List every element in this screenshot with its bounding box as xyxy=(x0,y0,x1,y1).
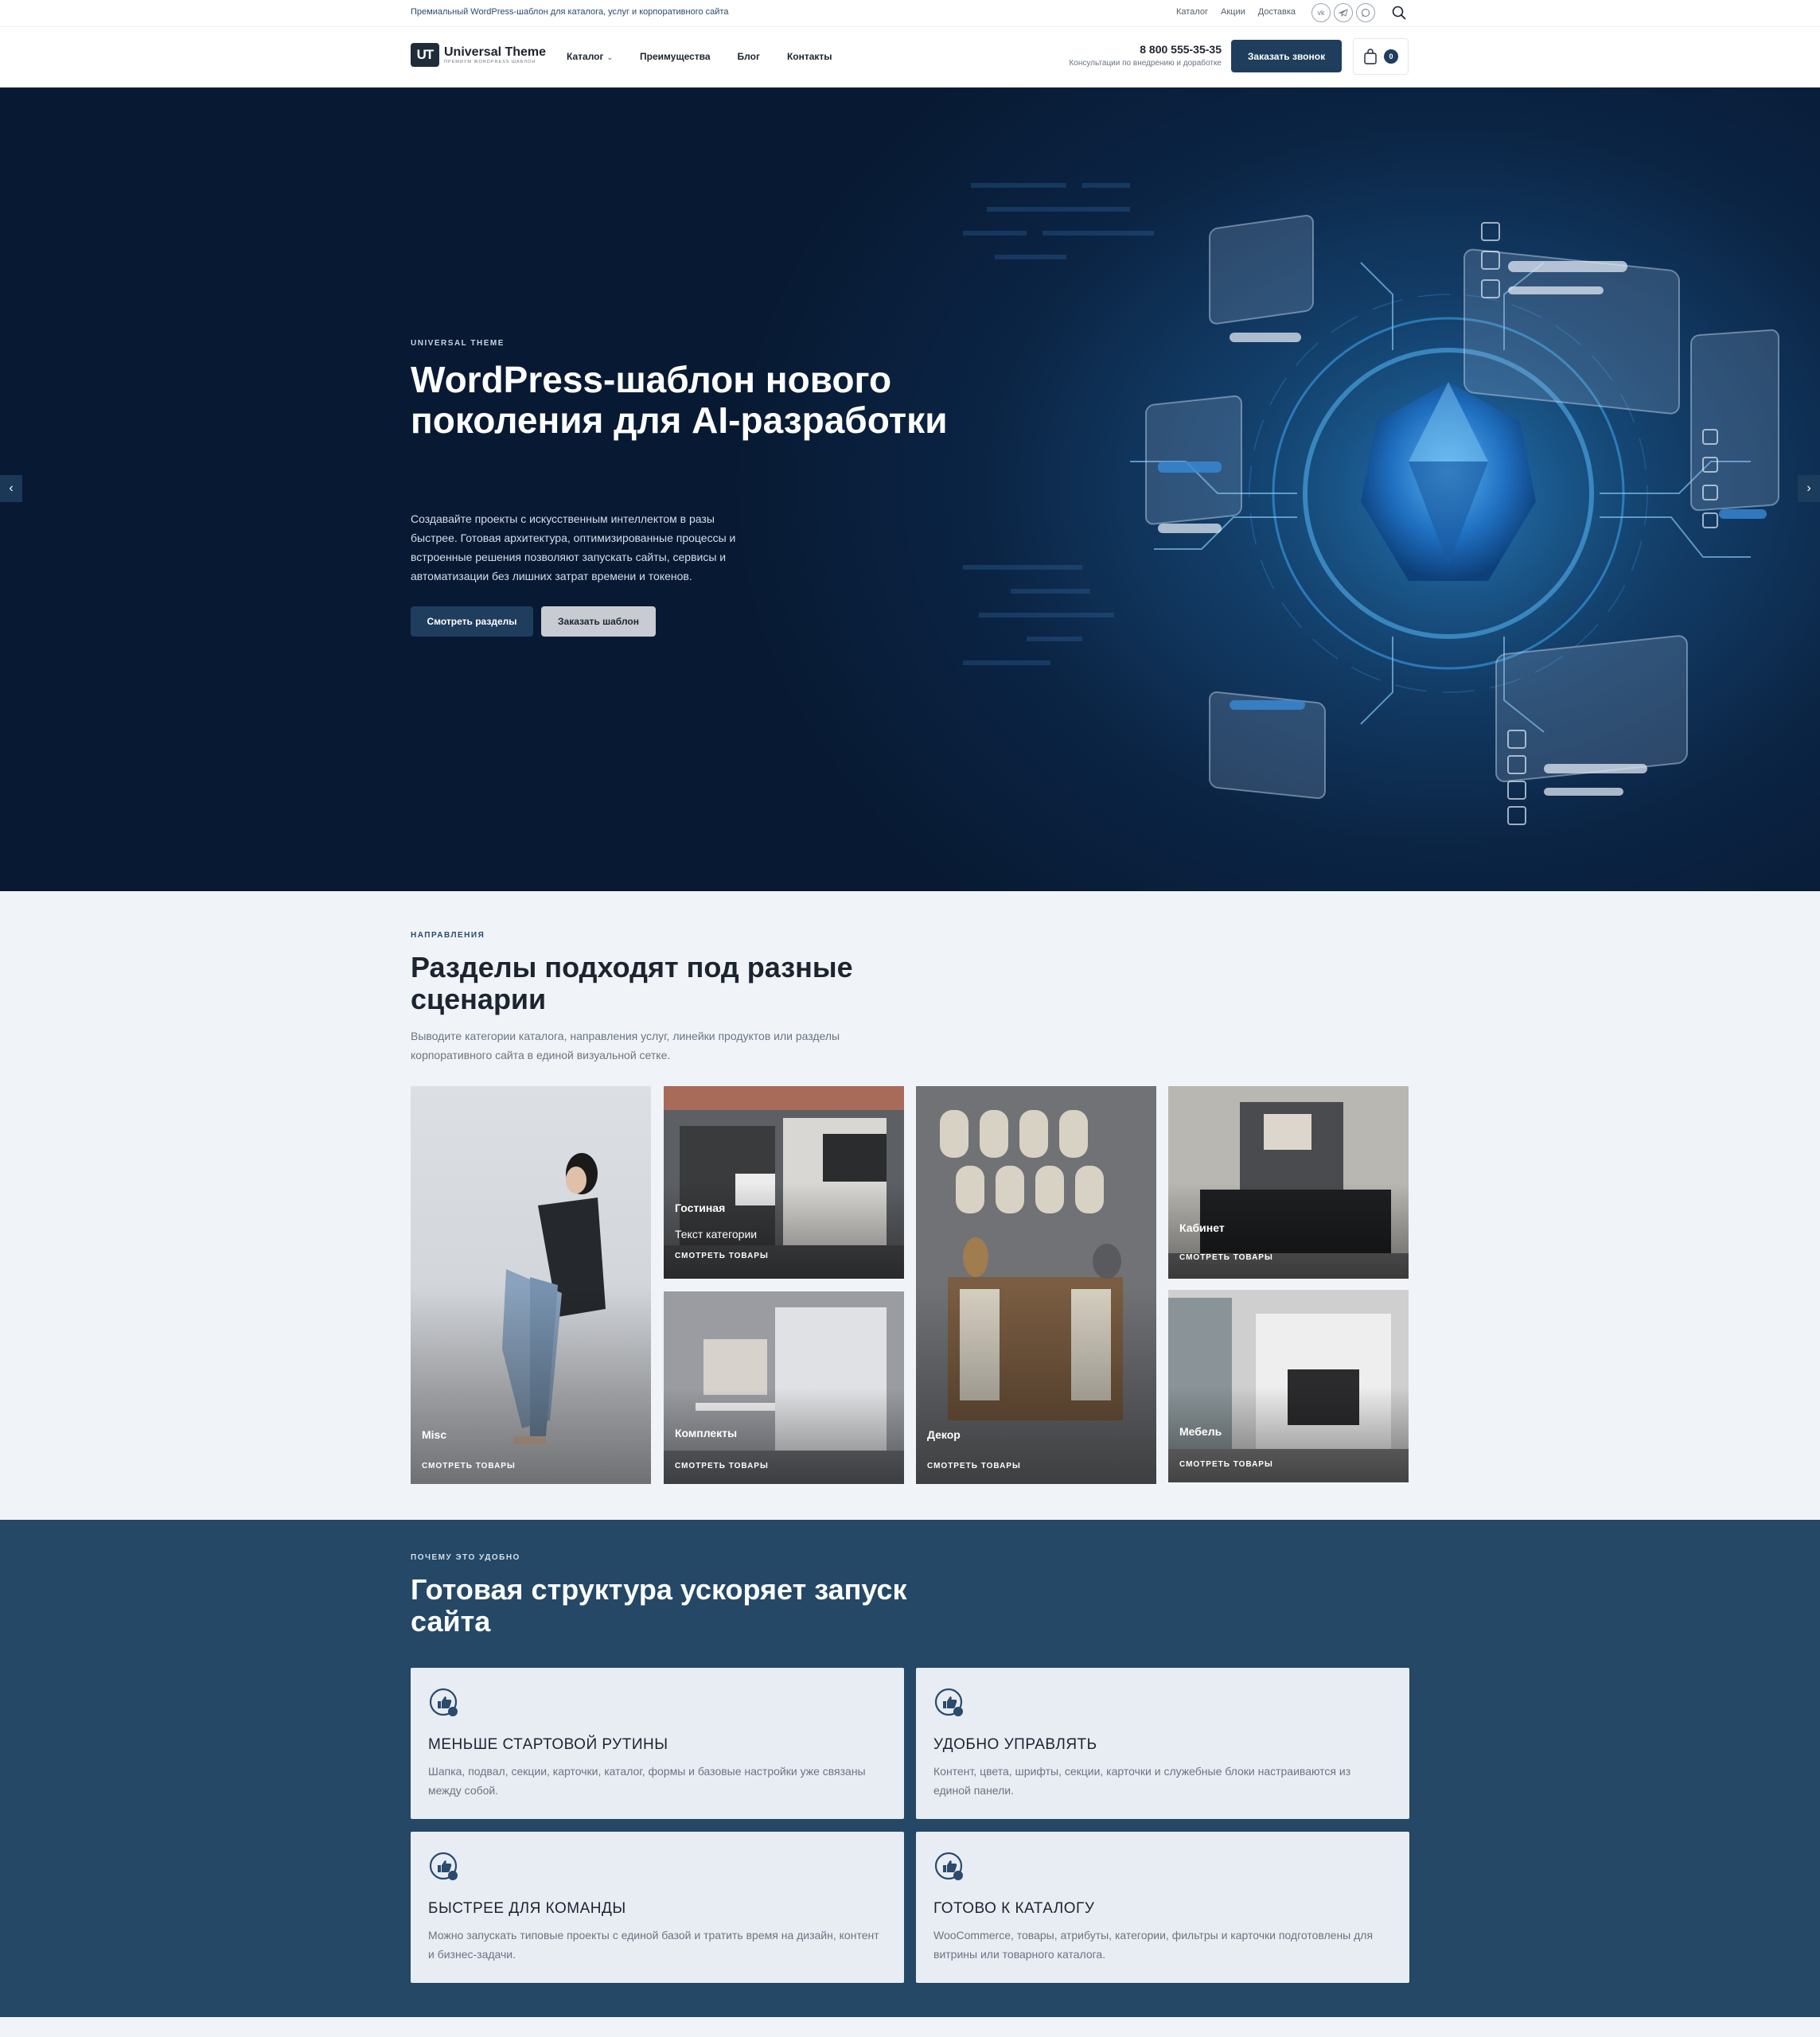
feature-description: WooCommerce, товары, атрибуты, категории… xyxy=(933,1929,1374,1961)
features-eyebrow: ПОЧЕМУ ЭТО УДОБНО xyxy=(411,1553,520,1562)
feature-description: Можно запускать типовые проекты с единой… xyxy=(428,1929,879,1961)
category-title: Гостиная xyxy=(675,1202,726,1214)
logo-mark: UT xyxy=(411,43,439,67)
slider-next-button[interactable]: › xyxy=(1798,475,1820,502)
slider-prev-button[interactable]: ‹ xyxy=(0,475,22,502)
cart-button[interactable]: 0 xyxy=(1353,38,1409,75)
phone-block: 8 800 555-35-35 Консультации по внедрени… xyxy=(1069,43,1222,68)
category-title: Декор xyxy=(927,1428,961,1441)
category-title: Комплекты xyxy=(675,1427,738,1439)
thumbs-up-icon xyxy=(934,1688,963,1716)
category-card-decor[interactable]: Декор СМОТРЕТЬ ТОВАРЫ xyxy=(916,1086,1156,1484)
top-bar: Премиальный WordPress-шаблон для каталог… xyxy=(0,0,1820,27)
thumbs-up-icon xyxy=(429,1852,458,1880)
view-products-link[interactable]: СМОТРЕТЬ ТОВАРЫ xyxy=(1179,1460,1273,1469)
hero-eyebrow: UNIVERSAL THEME xyxy=(411,339,505,348)
section-title: Разделы подходят под разные сценарии xyxy=(411,951,853,1015)
search-icon[interactable] xyxy=(1391,5,1407,21)
site-header: UT Universal Theme Премиум WordPress шаб… xyxy=(0,27,1820,88)
phone-subtitle: Консультации по внедрению и доработке xyxy=(1069,59,1222,68)
nav-item-blog[interactable]: Блог xyxy=(738,51,760,62)
category-card-living-room[interactable]: Гостиная Текст категории СМОТРЕТЬ ТОВАРЫ xyxy=(664,1086,904,1279)
feature-title: БЫСТРЕЕ ДЛЯ КОМАНДЫ xyxy=(428,1900,626,1917)
nav-item-catalog[interactable]: Каталог ⌄ xyxy=(567,51,613,62)
feature-description: Контент, цвета, шрифты, секции, карточки… xyxy=(933,1765,1351,1797)
call-request-button[interactable]: Заказать звонок xyxy=(1231,40,1342,72)
site-logo[interactable]: UT Universal Theme Премиум WordPress шаб… xyxy=(411,43,546,67)
category-card-furniture[interactable]: Мебель СМОТРЕТЬ ТОВАРЫ xyxy=(1168,1290,1409,1482)
telegram-icon[interactable] xyxy=(1334,3,1353,22)
feature-card: БЫСТРЕЕ ДЛЯ КОМАНДЫ Можно запускать типо… xyxy=(411,1832,904,1983)
feature-card: МЕНЬШЕ СТАРТОВОЙ РУТИНЫ Шапка, подвал, с… xyxy=(411,1668,904,1819)
top-tagline: Премиальный WordPress-шаблон для каталог… xyxy=(411,7,729,17)
top-link-catalog[interactable]: Каталог xyxy=(1176,7,1208,17)
phone-number[interactable]: 8 800 555-35-35 xyxy=(1069,43,1222,56)
features-section: ПОЧЕМУ ЭТО УДОБНО Готовая структура уско… xyxy=(0,1520,1820,2017)
chevron-down-icon: ⌄ xyxy=(606,53,614,61)
directions-section: НАПРАВЛЕНИЯ Разделы подходят под разные … xyxy=(0,891,1820,1520)
view-products-link[interactable]: СМОТРЕТЬ ТОВАРЫ xyxy=(1179,1253,1273,1262)
main-nav: Каталог ⌄ Преимущества Блог Контакты xyxy=(567,51,832,62)
view-products-link[interactable]: СМОТРЕТЬ ТОВАРЫ xyxy=(927,1462,1021,1470)
logo-subtitle: Премиум WordPress шаблон xyxy=(444,60,536,64)
category-title: Misc xyxy=(422,1428,447,1441)
feature-title: ГОТОВО К КАТАЛОГУ xyxy=(933,1900,1095,1917)
feature-description: Шапка, подвал, секции, карточки, каталог… xyxy=(428,1765,866,1797)
top-links: Каталог Акции Доставка xyxy=(1176,7,1296,17)
top-link-promo[interactable]: Акции xyxy=(1221,7,1245,17)
section-description: Выводите категории каталога, направления… xyxy=(411,1030,840,1061)
hero-slider: UNIVERSAL THEME WordPress-шаблон нового … xyxy=(0,88,1820,891)
feature-card: ГОТОВО К КАТАЛОГУ WooCommerce, товары, а… xyxy=(916,1832,1409,1983)
social-links: vk xyxy=(1311,3,1375,22)
whatsapp-icon[interactable] xyxy=(1356,3,1375,22)
chevron-right-icon: › xyxy=(1806,481,1811,495)
top-link-delivery[interactable]: Доставка xyxy=(1258,7,1296,17)
vk-icon[interactable]: vk xyxy=(1311,3,1331,22)
nav-item-contacts[interactable]: Контакты xyxy=(787,51,832,62)
chevron-left-icon: ‹ xyxy=(9,481,14,495)
thumbs-up-icon xyxy=(429,1688,458,1716)
features-title: Готовая структура ускоряет запуск сайта xyxy=(411,1573,907,1638)
category-text: Текст категории xyxy=(675,1228,758,1241)
page-bottom-strip xyxy=(0,2017,1820,2037)
view-products-link[interactable]: СМОТРЕТЬ ТОВАРЫ xyxy=(675,1462,769,1470)
hero-title: WordPress-шаблон нового поколения для AI… xyxy=(411,359,948,441)
feature-card: УДОБНО УПРАВЛЯТЬ Контент, цвета, шрифты,… xyxy=(916,1668,1409,1819)
thumbs-up-icon xyxy=(934,1852,963,1880)
category-card-sets[interactable]: Комплекты СМОТРЕТЬ ТОВАРЫ xyxy=(664,1291,904,1484)
view-sections-button[interactable]: Смотреть разделы xyxy=(411,606,533,637)
section-eyebrow: НАПРАВЛЕНИЯ xyxy=(411,931,485,940)
category-card-office[interactable]: Кабинет СМОТРЕТЬ ТОВАРЫ xyxy=(1168,1086,1409,1279)
hero-description: Создавайте проекты с искусственным интел… xyxy=(411,512,736,582)
feature-title: УДОБНО УПРАВЛЯТЬ xyxy=(933,1736,1097,1753)
nav-item-advantages[interactable]: Преимущества xyxy=(640,51,710,62)
order-template-button[interactable]: Заказать шаблон xyxy=(541,606,656,637)
cart-count-badge: 0 xyxy=(1384,49,1398,64)
view-products-link[interactable]: СМОТРЕТЬ ТОВАРЫ xyxy=(422,1462,516,1470)
shopping-bag-icon xyxy=(1364,49,1377,64)
feature-title: МЕНЬШЕ СТАРТОВОЙ РУТИНЫ xyxy=(428,1736,668,1753)
ai-illustration xyxy=(963,183,1779,825)
view-products-link[interactable]: СМОТРЕТЬ ТОВАРЫ xyxy=(675,1252,769,1260)
category-title: Мебель xyxy=(1179,1425,1222,1438)
category-title: Кабинет xyxy=(1179,1221,1225,1234)
category-card-misc[interactable]: Misc СМОТРЕТЬ ТОВАРЫ xyxy=(411,1086,651,1484)
logo-title: Universal Theme xyxy=(444,45,547,59)
